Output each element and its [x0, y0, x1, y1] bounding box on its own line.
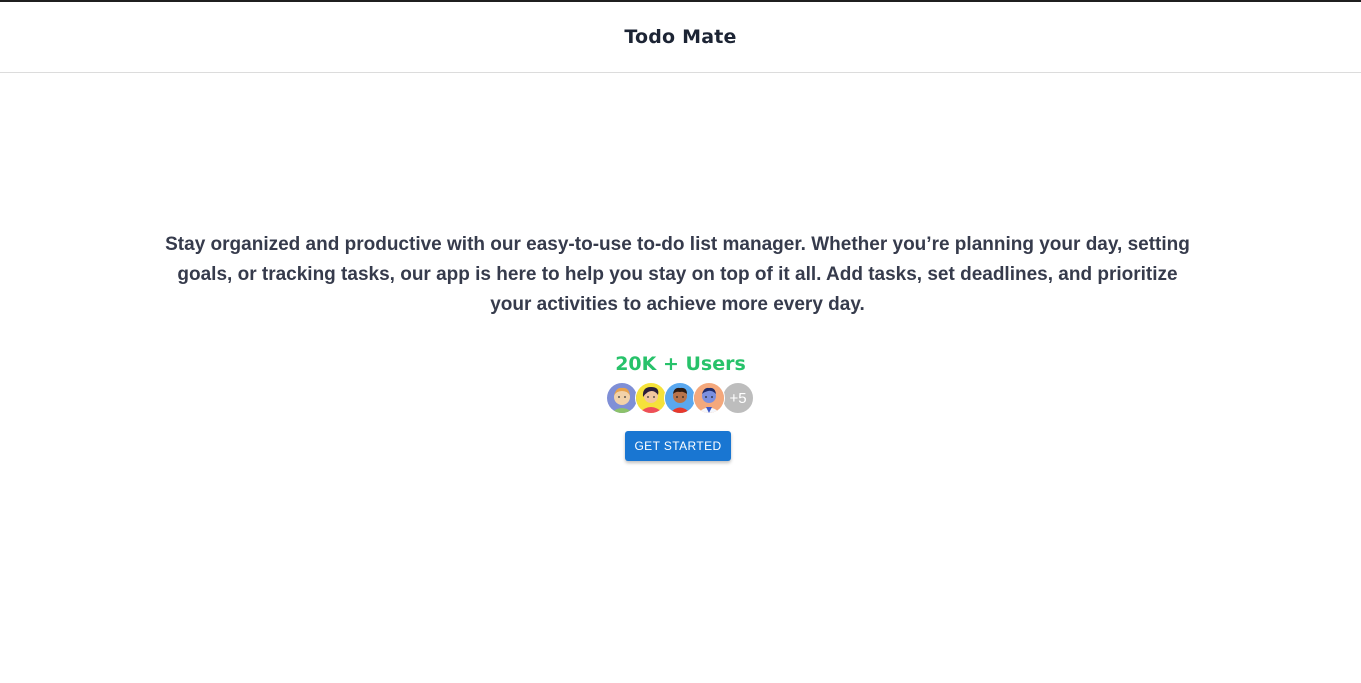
get-started-button[interactable]: GET STARTED	[625, 431, 731, 461]
users-count: 20K + Users	[615, 353, 746, 375]
app-header: Todo Mate	[0, 2, 1361, 73]
user-avatar-icon	[664, 382, 696, 414]
user-avatar-icon	[635, 382, 667, 414]
hero-section: Stay organized and productive with our e…	[0, 74, 1361, 683]
user-avatar-icon	[693, 382, 725, 414]
user-avatar-icon	[606, 382, 638, 414]
hero-tagline: Stay organized and productive with our e…	[165, 234, 1190, 315]
app-title: Todo Mate	[624, 26, 737, 48]
more-users-badge: +5	[722, 382, 754, 414]
avatar-group: +5	[606, 382, 754, 414]
